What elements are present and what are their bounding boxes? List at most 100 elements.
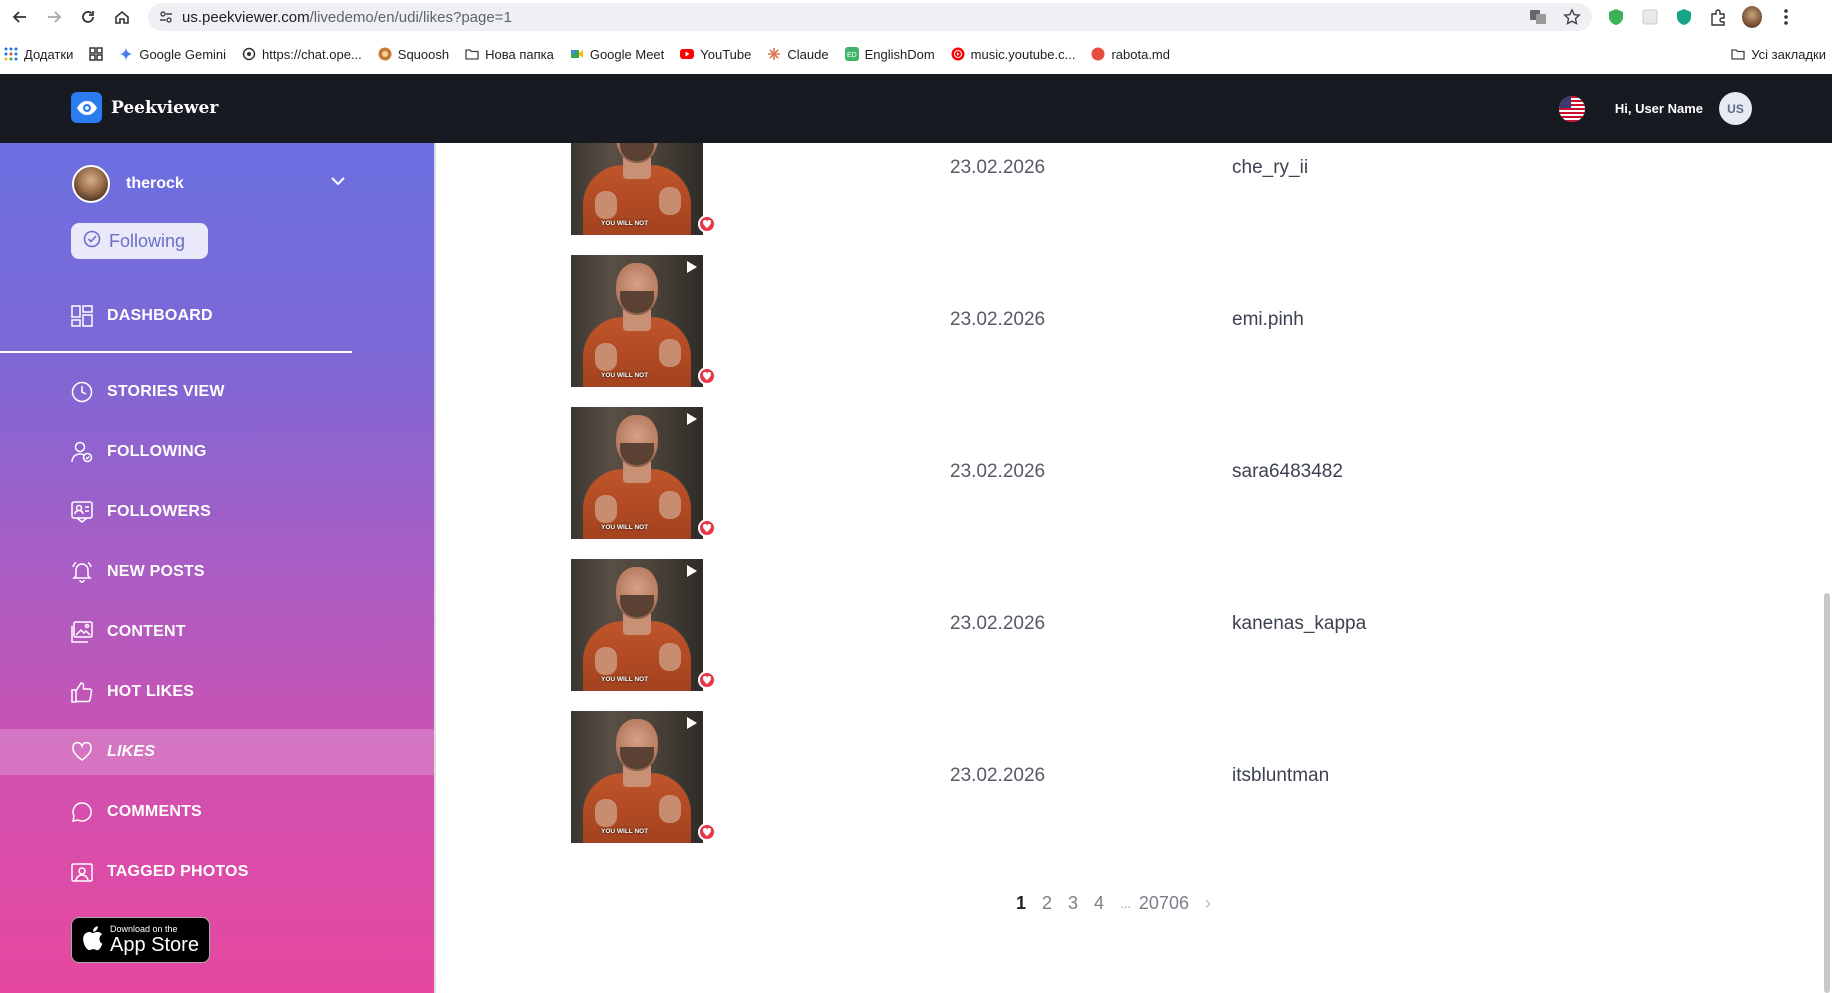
bookmark-star-icon[interactable] [1562, 7, 1582, 27]
browser-menu-icon[interactable] [1776, 7, 1796, 27]
extension-placeholder-icon[interactable] [1640, 7, 1660, 27]
eye-logo-icon [71, 92, 102, 123]
extensions-puzzle-icon[interactable] [1708, 7, 1728, 27]
sidebar-item-tagged-photos[interactable]: TAGGED PHOTOS [0, 849, 434, 895]
bookmark-englishdom[interactable]: ED EnglishDom [844, 47, 935, 62]
bookmark-grid[interactable] [89, 47, 104, 61]
youtube-icon [680, 47, 695, 61]
post-thumbnail[interactable]: YOU WILL NOT [571, 711, 703, 843]
profile-selector[interactable]: therock [72, 165, 184, 203]
sidebar-item-stories-view[interactable]: STORIES VIEW [0, 369, 434, 415]
site-settings-icon[interactable] [152, 3, 180, 31]
user-avatar[interactable]: US [1719, 92, 1752, 125]
list-item[interactable]: YOU WILL NOT 23.02.2026 sara6483482 [436, 401, 1832, 539]
comment-icon [71, 801, 93, 823]
scrollbar-thumb[interactable] [1824, 593, 1830, 993]
like-date: 23.02.2026 [950, 461, 1046, 482]
apps-grid-icon [4, 47, 18, 61]
tagged-photo-icon [71, 861, 93, 883]
bookmark-rabota[interactable]: rabota.md [1091, 47, 1170, 62]
address-bar[interactable]: us.peekviewer.com/livedemo/en/udi/likes?… [148, 3, 1592, 31]
meet-icon [570, 47, 584, 61]
folder-icon [465, 47, 479, 61]
like-username[interactable]: itsbluntman [1232, 765, 1329, 787]
list-item[interactable]: YOU WILL NOT 23.02.2026 che_ry_ii [436, 143, 1832, 235]
back-icon[interactable] [6, 3, 34, 31]
bookmark-youtube[interactable]: YouTube [680, 47, 751, 62]
app-header: Peekviewer Hi, User Name US [0, 74, 1832, 143]
post-thumbnail[interactable]: YOU WILL NOT [571, 559, 703, 691]
bookmark-apps[interactable]: Додатки [4, 47, 73, 62]
squoosh-icon [378, 47, 392, 61]
user-follow-icon [71, 441, 93, 463]
forward-icon[interactable] [40, 3, 68, 31]
page-link-3[interactable]: 3 [1068, 893, 1078, 914]
bookmark-gemini[interactable]: Google Gemini [119, 47, 226, 62]
bookmark-chatgpt[interactable]: https://chat.ope... [242, 47, 362, 62]
bookmark-youtube-music[interactable]: music.youtube.c... [951, 47, 1075, 62]
video-play-icon [687, 413, 697, 425]
browser-toolbar: us.peekviewer.com/livedemo/en/udi/likes?… [0, 0, 1832, 34]
sidebar-item-likes[interactable]: LIKES [0, 729, 434, 775]
brand-name: Peekviewer [111, 97, 219, 118]
sidebar-item-followers[interactable]: FOLLOWERS [0, 489, 434, 535]
image-icon [71, 621, 93, 643]
youtube-music-icon [951, 47, 965, 61]
folder-icon [1731, 47, 1745, 61]
following-button[interactable]: Following [71, 223, 208, 259]
list-item[interactable]: YOU WILL NOT 23.02.2026 emi.pinh [436, 249, 1832, 387]
app-store-badge[interactable]: Download on the App Store [71, 917, 210, 963]
profile-avatar-icon[interactable] [1742, 6, 1762, 28]
post-thumbnail[interactable]: YOU WILL NOT [571, 143, 703, 235]
apple-icon [82, 925, 104, 956]
sidebar-item-dashboard[interactable]: DASHBOARD [0, 293, 434, 339]
page-link-2[interactable]: 2 [1042, 893, 1052, 914]
like-username[interactable]: kanenas_kappa [1232, 613, 1366, 635]
like-date: 23.02.2026 [950, 613, 1046, 634]
sidebar-divider [0, 351, 352, 353]
like-date: 23.02.2026 [950, 765, 1046, 786]
shield-extension-icon[interactable] [1606, 7, 1626, 27]
sidebar-item-content[interactable]: CONTENT [0, 609, 434, 655]
translate-icon[interactable] [1528, 7, 1548, 27]
sidebar-item-hot-likes[interactable]: HOT LIKES [0, 669, 434, 715]
heart-badge-icon [698, 671, 716, 689]
us-flag-icon[interactable] [1558, 95, 1585, 122]
englishdom-icon: ED [844, 47, 859, 61]
list-item[interactable]: YOU WILL NOT 23.02.2026 itsbluntman [436, 705, 1832, 843]
list-item[interactable]: YOU WILL NOT 23.02.2026 kanenas_kappa [436, 553, 1832, 691]
post-thumbnail[interactable]: YOU WILL NOT [571, 407, 703, 539]
bookmark-squoosh[interactable]: Squoosh [378, 47, 449, 62]
chevron-down-icon[interactable] [330, 173, 346, 191]
openai-icon [242, 47, 256, 61]
like-username[interactable]: che_ry_ii [1232, 157, 1308, 179]
bookmark-google-meet[interactable]: Google Meet [570, 47, 664, 62]
main-scrollbar[interactable] [1820, 143, 1832, 993]
vpn-shield-icon[interactable] [1674, 7, 1694, 27]
page-link-4[interactable]: 4 [1094, 893, 1104, 914]
like-username[interactable]: emi.pinh [1232, 309, 1304, 331]
bookmark-folder[interactable]: Нова папка [465, 47, 554, 62]
user-greeting: Hi, User Name [1614, 101, 1703, 116]
bookmarks-bar: Додатки Google Gemini https://chat.ope..… [0, 34, 1832, 74]
sidebar-item-following[interactable]: FOLLOWING [0, 429, 434, 475]
post-thumbnail[interactable]: YOU WILL NOT [571, 255, 703, 387]
next-page-button[interactable]: › [1205, 893, 1211, 914]
all-bookmarks[interactable]: Усі закладки [1731, 34, 1826, 74]
likes-list: YOU WILL NOT 23.02.2026 che_ry_ii YOU WI… [436, 143, 1832, 993]
like-username[interactable]: sara6483482 [1232, 461, 1343, 483]
sidebar-item-new-posts[interactable]: NEW POSTS [0, 549, 434, 595]
grid-icon [89, 47, 104, 61]
claude-icon [767, 47, 781, 61]
profile-name: therock [126, 175, 184, 192]
sidebar-item-comments[interactable]: COMMENTS [0, 789, 434, 835]
home-icon[interactable] [108, 3, 136, 31]
avatar [72, 165, 110, 203]
heart-badge-icon [698, 215, 716, 233]
page-link-1[interactable]: 1 [1016, 893, 1026, 914]
page-link-last[interactable]: 20706 [1139, 893, 1189, 914]
video-play-icon [687, 565, 697, 577]
bookmark-claude[interactable]: Claude [767, 47, 829, 62]
brand-logo[interactable]: Peekviewer [71, 92, 218, 123]
reload-icon[interactable] [74, 3, 102, 31]
